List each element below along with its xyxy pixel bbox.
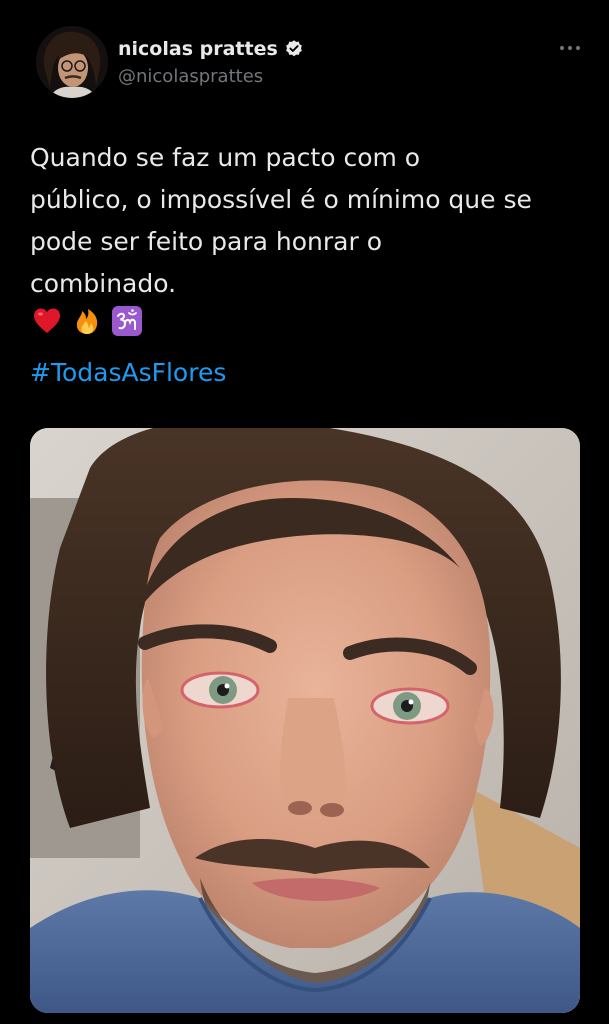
- om-symbol-icon: [111, 305, 143, 337]
- dot: [568, 46, 572, 50]
- tweet-text-line: combinado.: [30, 269, 177, 298]
- tweet-text-line: público, o impossível é o mínimo que se: [30, 185, 532, 214]
- emoji-row: [31, 305, 143, 337]
- dot: [576, 46, 580, 50]
- tweet-text-line: pode ser feito para honrar o: [30, 227, 383, 256]
- dot: [560, 46, 564, 50]
- more-options-icon[interactable]: [550, 38, 590, 58]
- user-name-block: nicolas prattes @nicolasprattes: [118, 36, 304, 87]
- avatar[interactable]: [36, 26, 108, 98]
- tweet-header: nicolas prattes @nicolasprattes: [0, 0, 609, 120]
- hashtag-link[interactable]: #TodasAsFlores: [30, 358, 226, 387]
- display-name[interactable]: nicolas prattes: [118, 38, 278, 60]
- tweet-photo[interactable]: [30, 428, 580, 1013]
- tweet-text-line: Quando se faz um pacto com o: [30, 143, 421, 172]
- user-handle[interactable]: @nicolasprattes: [118, 66, 304, 87]
- display-name-row: nicolas prattes: [118, 36, 304, 62]
- tweet-text: Quando se faz um pacto com o público, o …: [30, 137, 590, 305]
- fire-icon: [71, 305, 103, 337]
- verified-badge-icon: [285, 40, 302, 57]
- red-heart-icon: [31, 305, 63, 337]
